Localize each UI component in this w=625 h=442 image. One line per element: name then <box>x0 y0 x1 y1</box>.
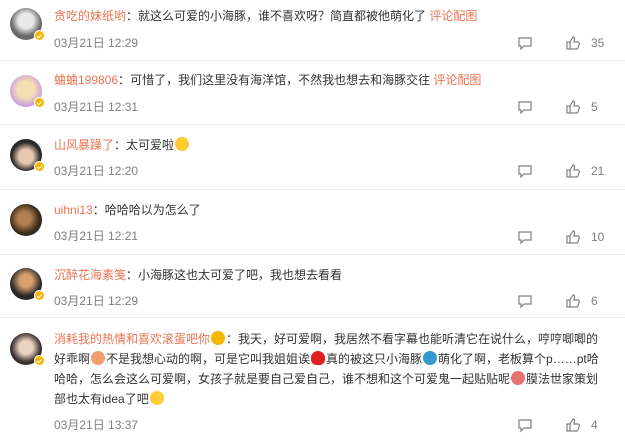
comment-body: 哈哈，怎么会这么可爱啊，女孩子就是要自己爱自己，谁不想和这个可爱鬼一起贴贴呢 <box>54 372 511 386</box>
comment-icon[interactable] <box>517 99 533 115</box>
like-count: 10 <box>591 230 605 244</box>
colon: ： <box>126 268 139 282</box>
comment-text: 沉醉花海素笺：小海豚这也太可爱了吧，我也想去看看 <box>54 265 609 285</box>
username[interactable]: 沉醉花海素笺 <box>54 268 126 282</box>
colon: ： <box>92 203 105 217</box>
comment-icon[interactable] <box>517 163 533 179</box>
comment-time: 03月21日 12:29 <box>54 294 139 308</box>
separator <box>0 189 625 190</box>
comment-text: 消耗我的热情和喜欢滚蛋吧你 ：我天，好可爱啊，我居然不看字幕也能听清它在说什么，哼… <box>54 329 609 409</box>
comment-image-link[interactable]: 评论配图 <box>429 9 477 23</box>
separator <box>0 254 625 255</box>
comment-body: 就这么可爱的小海豚，谁不喜欢呀？简直都被他萌化了 <box>138 9 427 23</box>
comment-text: uihni13：哈哈哈以为怎么了 <box>54 200 609 220</box>
colon: ： <box>114 138 127 152</box>
shy-face-emoji-icon <box>91 351 106 365</box>
username[interactable]: 贪吃的妹纸哟 <box>54 9 126 23</box>
like-icon[interactable] <box>565 229 581 245</box>
comment-body: 小海豚这也太可爱了吧，我也想去看看 <box>138 268 343 282</box>
comment-icon[interactable] <box>517 417 533 433</box>
like-icon[interactable] <box>565 417 581 433</box>
comment-actions: 10 <box>515 229 615 245</box>
comment-actions: 35 <box>515 35 615 51</box>
crying-laughing-emoji-icon <box>175 137 190 151</box>
comment-body: 太可爱啦 <box>126 138 175 152</box>
like-icon[interactable] <box>565 35 581 51</box>
colon: ： <box>226 332 239 346</box>
separator <box>0 60 625 61</box>
verified-badge-icon <box>34 355 45 366</box>
comment-body: 我天，好可爱啊，我居然不看字幕也能听清它在说什么，哼哼唧唧的 <box>238 332 599 346</box>
colon: ： <box>126 9 139 23</box>
like-icon[interactable] <box>565 293 581 309</box>
comment-text: 蛐蛐199806：可惜了，我们这里没有海洋馆，不然我也想去和海豚交往 评论配图 <box>54 70 609 90</box>
like-count: 35 <box>591 36 605 50</box>
like-icon[interactable] <box>565 99 581 115</box>
like-icon[interactable] <box>565 163 581 179</box>
dolphin-emoji-icon <box>423 351 438 365</box>
heart-emoji-icon <box>311 351 326 365</box>
comment-icon[interactable] <box>517 229 533 245</box>
username[interactable]: 山风暴躁了 <box>54 138 114 152</box>
verified-badge-icon <box>34 290 45 301</box>
comment-body: 可惜了，我们这里没有海洋馆，不然我也想去和海豚交往 <box>130 73 431 87</box>
separator <box>0 124 625 125</box>
comment-time: 03月21日 12:21 <box>54 229 139 243</box>
comment-icon[interactable] <box>517 293 533 309</box>
comment-body: 不是我想心动的啊，可是它叫我姐姐诶 <box>106 352 311 366</box>
avatar[interactable] <box>10 204 42 236</box>
separator <box>0 317 625 318</box>
comment-body: 好乖啊 <box>54 352 91 366</box>
pig-face-emoji-icon <box>511 371 526 385</box>
username[interactable]: 消耗我的热情和喜欢滚蛋吧你 <box>54 332 210 346</box>
comment-actions: 5 <box>515 99 615 115</box>
like-count: 21 <box>591 164 605 178</box>
comment-list: 贪吃的妹纸哟：就这么可爱的小海豚，谁不喜欢呀？简直都被他萌化了 评论配图 03月… <box>0 0 625 442</box>
crying-face-emoji-icon <box>211 331 226 345</box>
comment-time: 03月21日 12:29 <box>54 36 139 50</box>
like-count: 5 <box>591 100 598 114</box>
verified-badge-icon <box>34 30 45 41</box>
verified-badge-icon <box>34 97 45 108</box>
comment-actions: 4 <box>515 417 615 433</box>
like-count: 4 <box>591 418 598 432</box>
comment-text: 山风暴躁了：太可爱啦 <box>54 135 609 155</box>
username[interactable]: uihni13 <box>54 203 93 217</box>
like-count: 6 <box>591 294 598 308</box>
comment-body: 萌化了啊，老板算个p……pt哈 <box>438 352 599 366</box>
comment-actions: 21 <box>515 163 615 179</box>
comment-time: 03月21日 12:31 <box>54 100 139 114</box>
comment-actions: 6 <box>515 293 615 309</box>
comment-time: 03月21日 12:20 <box>54 164 139 178</box>
username[interactable]: 蛐蛐199806 <box>54 73 118 87</box>
tongue-out-emoji-icon <box>149 391 164 405</box>
comment-text: 贪吃的妹纸哟：就这么可爱的小海豚，谁不喜欢呀？简直都被他萌化了 评论配图 <box>54 6 609 26</box>
comment-time: 03月21日 13:37 <box>54 418 139 432</box>
comment-body: 部也太有idea了吧 <box>54 392 149 406</box>
comment-body: 真的被这只小海豚 <box>326 352 423 366</box>
verified-badge-icon <box>34 161 45 172</box>
comment-body: 哈哈哈以为怎么了 <box>104 203 201 217</box>
colon: ： <box>118 73 131 87</box>
comment-icon[interactable] <box>517 35 533 51</box>
comment-body: 膜法世家策划 <box>526 372 599 386</box>
comment-image-link[interactable]: 评论配图 <box>433 73 481 87</box>
